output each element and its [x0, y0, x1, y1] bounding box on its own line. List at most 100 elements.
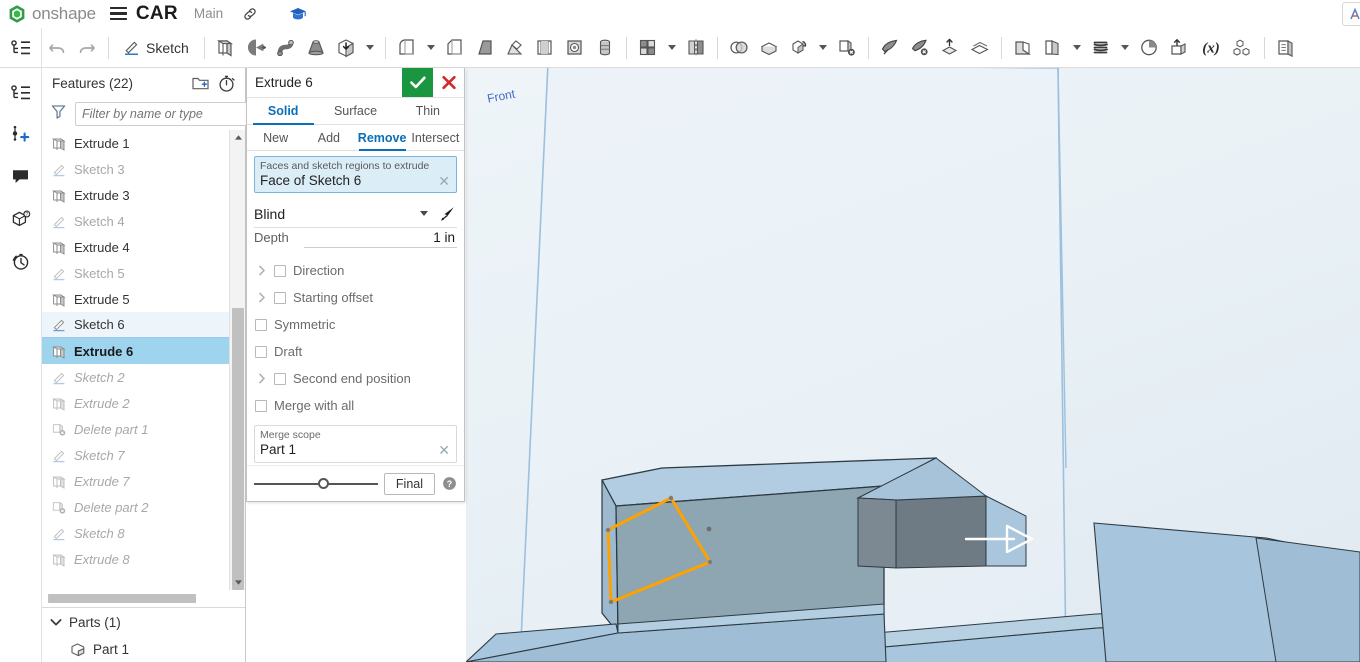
document-title[interactable]: CAR [136, 3, 178, 25]
tree-row-extrude-7[interactable]: Extrude 7 [42, 468, 229, 494]
tree-row-sketch-4[interactable]: Sketch 4 [42, 208, 229, 234]
filter-funnel-icon[interactable] [50, 103, 67, 125]
hamburger-menu-icon[interactable] [109, 4, 127, 24]
option-starting-offset[interactable]: Starting offset [254, 284, 457, 311]
depth-input[interactable]: 1 in [304, 230, 457, 248]
tab-remove[interactable]: Remove [356, 125, 409, 151]
plane-dropdown-caret[interactable] [1072, 45, 1081, 50]
tree-row-sketch-5[interactable]: Sketch 5 [42, 260, 229, 286]
tree-row-extrude-1[interactable]: Extrude 1 [42, 130, 229, 156]
comments-rail-icon[interactable] [4, 160, 38, 194]
checkbox[interactable] [274, 372, 286, 385]
undo-arrow-icon[interactable] [42, 28, 72, 68]
shell-tool[interactable] [530, 28, 560, 68]
tree-row-sketch-6[interactable]: Sketch 6 [42, 312, 229, 338]
extrude-tool[interactable] [211, 28, 241, 68]
features-tree-list[interactable]: Extrude 1 Sketch 3 Extrude 3 Sketch 4 Extrud… [42, 130, 229, 590]
thread-tool[interactable] [590, 28, 620, 68]
tree-row-delete-part-1[interactable]: Delete part 1 [42, 416, 229, 442]
tab-solid[interactable]: Solid [247, 98, 319, 125]
sweep-tool[interactable] [271, 28, 301, 68]
option-draft[interactable]: Draft [254, 338, 457, 365]
link-icon[interactable] [240, 4, 260, 24]
tree-row-extrude-3[interactable]: Extrude 3 [42, 182, 229, 208]
feature-list-rail-icon[interactable] [4, 76, 38, 110]
end-condition-dropdown[interactable]: Blind [254, 200, 457, 228]
tree-row-sketch-8[interactable]: Sketch 8 [42, 520, 229, 546]
option-second-end-position[interactable]: Second end position [254, 365, 457, 392]
features-tree-horizontal-scrollbar[interactable] [42, 590, 229, 607]
features-tree-scroll-thumb[interactable] [232, 308, 244, 590]
thicken-dropdown-caret[interactable] [365, 45, 374, 50]
mirror-tool[interactable] [681, 28, 711, 68]
parts-section-header[interactable]: Parts (1) [42, 608, 245, 636]
pattern-tool[interactable] [633, 28, 663, 68]
chamfer-tool[interactable] [440, 28, 470, 68]
checkbox[interactable] [274, 291, 286, 304]
clear-merge-scope-icon[interactable]: ✕ [437, 443, 451, 457]
checkbox[interactable] [255, 399, 267, 412]
cancel-button[interactable] [433, 68, 464, 97]
fillet-tool[interactable] [392, 28, 422, 68]
option-symmetric[interactable]: Symmetric [254, 311, 457, 338]
split-tool[interactable] [754, 28, 784, 68]
branch-name[interactable]: Main [194, 6, 223, 21]
option-direction[interactable]: Direction [254, 257, 457, 284]
history-rail-icon[interactable] [4, 244, 38, 278]
tab-surface[interactable]: Surface [319, 98, 391, 124]
delete-face-tool[interactable] [875, 28, 905, 68]
scroll-down-arrow-icon[interactable] [230, 575, 245, 590]
graduation-cap-icon[interactable] [288, 4, 308, 24]
preview-slider[interactable] [254, 477, 378, 491]
plane-tool[interactable] [1008, 28, 1038, 68]
tree-row-extrude-8[interactable]: Extrude 8 [42, 546, 229, 572]
faces-selection-box[interactable]: Faces and sketch regions to extrude Face… [254, 156, 457, 193]
chevron-right-icon[interactable] [254, 292, 270, 303]
checkbox[interactable] [274, 264, 286, 277]
confirm-button[interactable] [402, 68, 433, 97]
merge-scope-box[interactable]: Merge scope Part 1 ✕ [254, 425, 457, 463]
transform-tool[interactable] [784, 28, 814, 68]
redo-arrow-icon[interactable] [72, 28, 102, 68]
tree-row-sketch-7[interactable]: Sketch 7 [42, 442, 229, 468]
tree-row-delete-part-2[interactable]: Delete part 2 [42, 494, 229, 520]
transform-dropdown-caret[interactable] [818, 45, 827, 50]
extrude-type-tabs[interactable]: Solid Surface Thin [247, 98, 464, 125]
tab-intersect[interactable]: Intersect [409, 125, 462, 150]
chevron-right-icon[interactable] [254, 373, 270, 384]
import-tool[interactable] [1164, 28, 1194, 68]
avatar[interactable] [1342, 2, 1360, 26]
onshape-logo-icon[interactable] [7, 4, 27, 24]
configure-tool[interactable] [1271, 28, 1301, 68]
tree-row-extrude-6[interactable]: Extrude 6 [42, 338, 229, 364]
draft-tool[interactable] [470, 28, 500, 68]
graphics-viewport[interactable]: Front [466, 68, 1360, 662]
replace-face-tool[interactable] [935, 28, 965, 68]
tab-add[interactable]: Add [302, 125, 355, 150]
help-question-icon[interactable]: ? [441, 476, 457, 491]
flip-direction-arrow-icon[interactable] [437, 205, 457, 222]
curve-tool[interactable] [1086, 28, 1116, 68]
checkbox[interactable] [255, 318, 267, 331]
features-filter-input[interactable] [75, 102, 252, 126]
option-merge-with-all[interactable]: Merge with all [254, 392, 457, 419]
chevron-down-icon[interactable] [50, 616, 62, 628]
clear-selection-icon[interactable]: ✕ [437, 174, 451, 188]
scroll-up-arrow-icon[interactable] [230, 130, 245, 145]
revolve-tool[interactable] [241, 28, 271, 68]
part-studio-rail-icon[interactable]: ? [4, 202, 38, 236]
rib-tool[interactable] [500, 28, 530, 68]
chevron-right-icon[interactable] [254, 265, 270, 276]
assembly-tool[interactable] [1228, 28, 1258, 68]
enclose-tool[interactable] [965, 28, 995, 68]
new-folder-icon[interactable] [189, 72, 211, 94]
final-preview-button[interactable]: Final [383, 472, 435, 495]
add-feature-rail-icon[interactable] [4, 118, 38, 152]
delete-part-tool[interactable] [832, 28, 862, 68]
tree-row-extrude-4[interactable]: Extrude 4 [42, 234, 229, 260]
section-tool[interactable] [1134, 28, 1164, 68]
list-item[interactable]: Part 1 [42, 636, 245, 662]
feature-list-icon[interactable] [0, 27, 42, 68]
checkbox[interactable] [255, 345, 267, 358]
features-tree-hscroll-thumb[interactable] [48, 594, 196, 603]
